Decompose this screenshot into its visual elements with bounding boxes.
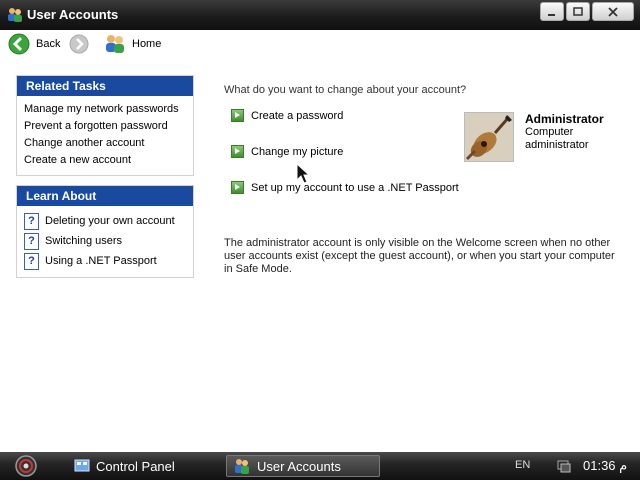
task-manage-network-passwords[interactable]: Manage my network passwords <box>24 101 187 118</box>
taskbar-user-accounts[interactable]: User Accounts <box>226 455 380 477</box>
minimize-button[interactable] <box>540 2 564 21</box>
tray-network-icon[interactable] <box>556 458 572 474</box>
related-tasks-panel: Related Tasks Manage my network password… <box>16 75 194 176</box>
learn-item-label: Using a .NET Passport <box>45 255 157 267</box>
home-users-icon <box>106 35 124 53</box>
green-arrow-icon <box>231 109 244 122</box>
close-button[interactable] <box>592 2 634 21</box>
taskbar-control-panel[interactable]: Control Panel <box>68 455 218 477</box>
maximize-icon <box>573 6 583 16</box>
account-picture <box>464 112 514 162</box>
learn-item-label: Switching users <box>45 235 123 247</box>
task-prevent-forgotten-password[interactable]: Prevent a forgotten password <box>24 118 187 135</box>
learn-deleting-account[interactable]: ? Deleting your own account <box>24 211 187 231</box>
help-icon: ? <box>24 252 39 270</box>
action-label: Change my picture <box>251 145 344 158</box>
back-button[interactable]: Back <box>8 33 60 55</box>
learn-about-panel: Learn About ? Deleting your own account … <box>16 185 194 278</box>
taskbar-item-label: User Accounts <box>257 458 341 474</box>
administrator-note: The administrator account is only visibl… <box>224 237 615 275</box>
start-orb-icon <box>15 455 37 477</box>
net-passport-link[interactable]: Set up my account to use a .NET Passport <box>231 181 459 194</box>
left-task-pane: Related Tasks Manage my network password… <box>0 60 205 452</box>
change-picture-link[interactable]: Change my picture <box>231 145 343 158</box>
action-label: Set up my account to use a .NET Passport <box>251 181 459 194</box>
maximize-button[interactable] <box>566 2 590 21</box>
taskbar: Control Panel User Accounts EN 01:36 م <box>0 452 640 480</box>
control-panel-icon <box>74 459 90 472</box>
mouse-pointer-icon <box>296 163 311 184</box>
learn-net-passport[interactable]: ? Using a .NET Passport <box>24 251 187 271</box>
back-label: Back <box>36 38 61 50</box>
user-accounts-icon <box>235 459 249 474</box>
task-create-new-account[interactable]: Create a new account <box>24 152 187 169</box>
green-arrow-icon <box>231 181 244 194</box>
learn-item-label: Deleting your own account <box>45 215 175 227</box>
help-icon: ? <box>24 212 39 230</box>
user-accounts-icon <box>8 8 22 22</box>
help-icon: ? <box>24 232 39 250</box>
navigation-bar: Back Home <box>0 30 640 60</box>
home-button[interactable]: Home <box>104 34 161 54</box>
minimize-icon <box>548 13 555 16</box>
learn-about-header: Learn About <box>17 186 193 206</box>
back-arrow-icon <box>8 33 30 55</box>
main-question: What do you want to change about your ac… <box>224 84 467 96</box>
window-title: User Accounts <box>27 7 119 22</box>
guitar-picture-icon <box>465 113 513 161</box>
create-password-link[interactable]: Create a password <box>231 109 343 122</box>
clock: 01:36 م <box>583 458 628 473</box>
related-tasks-header: Related Tasks <box>17 76 193 96</box>
forward-arrow-icon[interactable] <box>69 34 89 54</box>
window-controls <box>540 2 634 21</box>
green-arrow-icon <box>231 145 244 158</box>
learn-switching-users[interactable]: ? Switching users <box>24 231 187 251</box>
taskbar-item-label: Control Panel <box>96 458 175 474</box>
home-label: Home <box>132 38 162 50</box>
language-indicator[interactable]: EN <box>515 459 530 471</box>
action-label: Create a password <box>251 109 344 122</box>
title-bar: User Accounts <box>0 0 640 30</box>
account-type: Computer administrator <box>525 126 589 151</box>
task-change-another-account[interactable]: Change another account <box>24 135 187 152</box>
close-icon <box>608 6 618 17</box>
start-button[interactable] <box>9 454 43 478</box>
account-name: Administrator <box>525 112 604 126</box>
